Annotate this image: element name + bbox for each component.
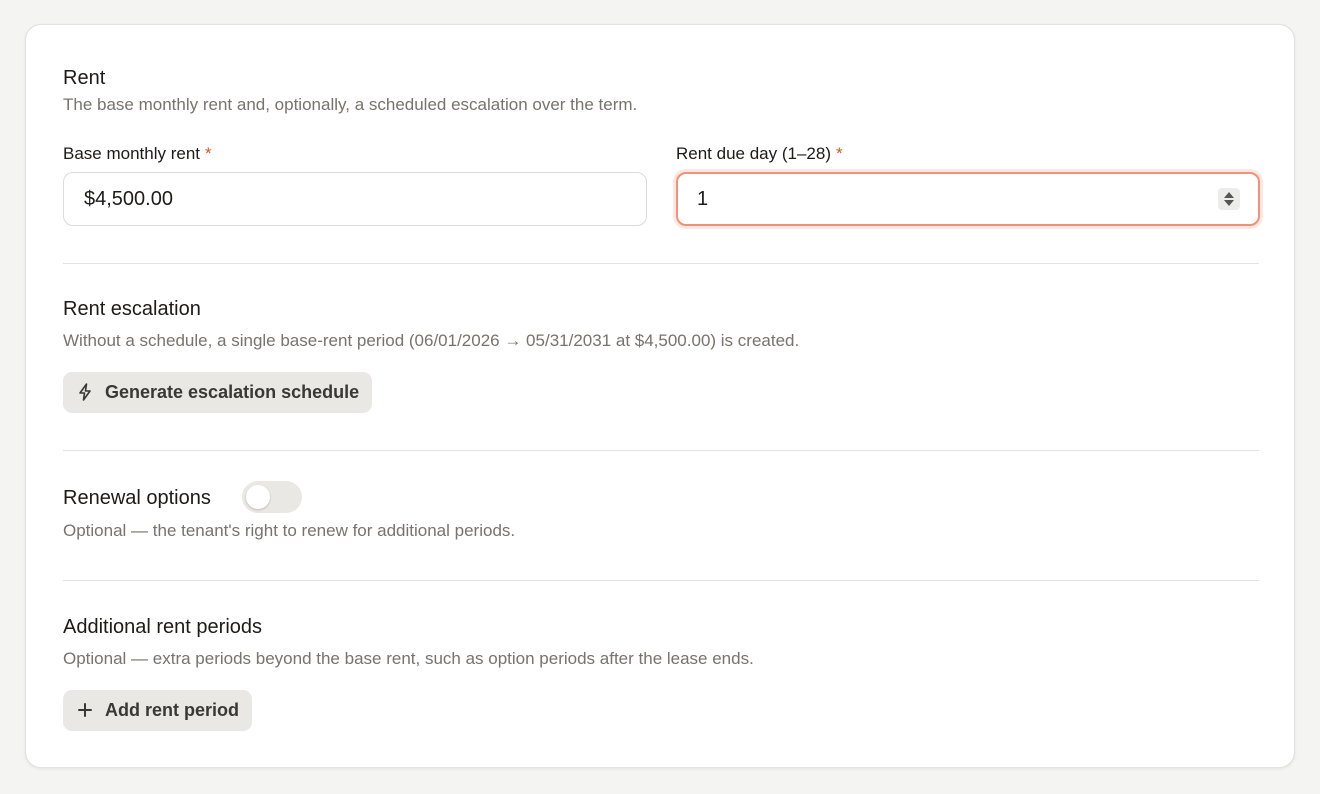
generate-escalation-label: Generate escalation schedule [105,382,360,402]
section-divider [63,580,1259,581]
renewal-options-toggle[interactable] [242,481,302,513]
section-divider [63,263,1259,264]
lightning-icon [79,383,91,401]
renewal-section-title: Renewal options [63,487,211,509]
number-spinner-icon[interactable] [1218,188,1240,210]
escalation-description: Without a schedule, a single base-rent p… [63,331,800,350]
base-rent-input-value: $4,500.00 [84,188,173,210]
add-rent-period-label: Add rent period [105,700,239,720]
rent-card-content: Rent The base monthly rent and, optional… [63,25,1260,769]
due-day-label-text: Rent due day (1–28) [676,144,831,163]
base-rent-label: Base monthly rent * [63,143,212,165]
required-marker: * [205,144,212,163]
due-day-input[interactable]: 1 [676,172,1260,226]
renewal-description: Optional — the tenant's right to renew f… [63,521,516,540]
plus-icon [78,703,92,717]
add-rent-period-button[interactable]: Add rent period [63,690,252,731]
rent-card: Rent The base monthly rent and, optional… [25,24,1295,768]
rent-section-title: Rent [63,67,106,89]
section-divider [63,450,1259,451]
required-marker: * [836,144,843,163]
base-rent-input[interactable]: $4,500.00 [63,172,647,226]
rent-section-description: The base monthly rent and, optionally, a… [63,95,638,114]
additional-section-title: Additional rent periods [63,616,263,638]
base-rent-label-text: Base monthly rent [63,144,201,163]
due-day-input-value: 1 [697,188,709,210]
additional-description: Optional — extra periods beyond the base… [63,649,754,668]
spinner-down-icon[interactable] [1224,200,1234,206]
escalation-section-title: Rent escalation [63,298,201,320]
due-day-label: Rent due day (1–28) * [676,143,843,165]
generate-escalation-button[interactable]: Generate escalation schedule [63,372,373,413]
spinner-up-icon[interactable] [1224,192,1234,198]
toggle-knob [246,485,270,509]
